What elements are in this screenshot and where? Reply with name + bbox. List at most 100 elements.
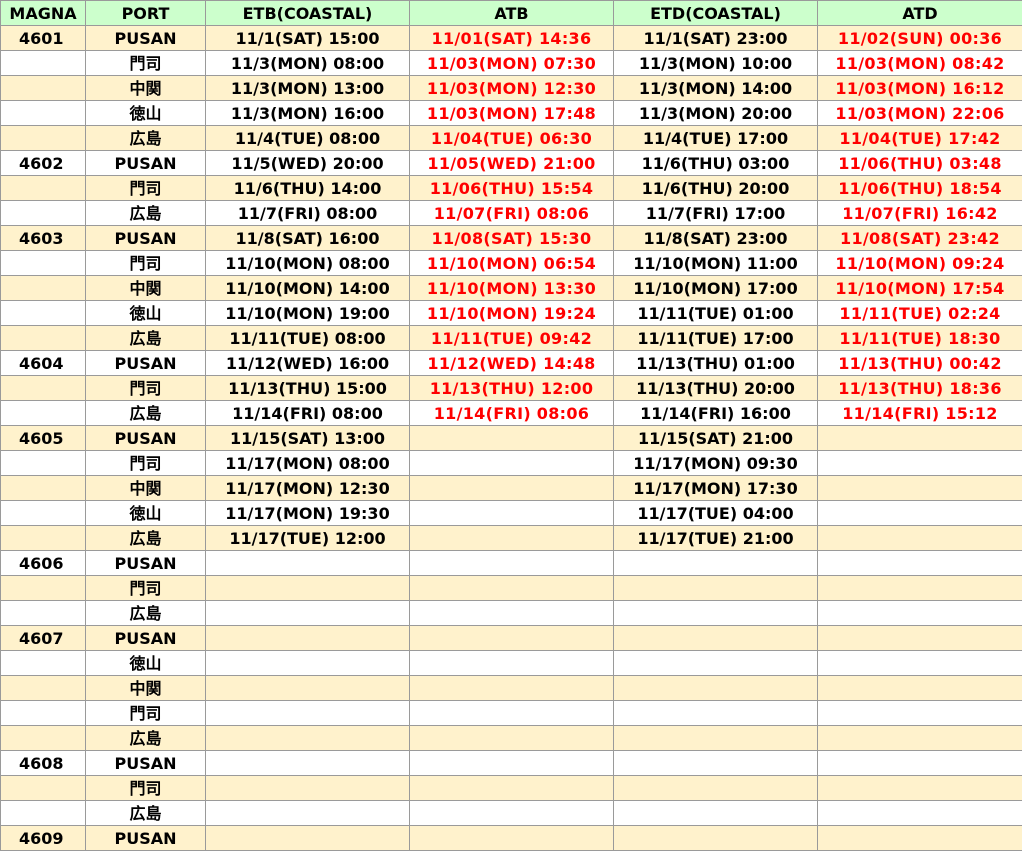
etd-cell: 11/3(MON) 20:00 bbox=[613, 100, 818, 126]
atd-cell: 11/11(TUE) 18:30 bbox=[817, 325, 1022, 351]
table-row: 中関 11/17(MON) 12:30 11/17(MON) 17:30 bbox=[0, 475, 1022, 501]
table-row: 4601 PUSAN 11/1(SAT) 15:00 11/01(SAT) 14:36… bbox=[0, 25, 1022, 51]
table-row: 4602 PUSAN 11/5(WED) 20:00 11/05(WED) 21:00… bbox=[0, 150, 1022, 176]
etd-cell: 11/17(MON) 09:30 bbox=[613, 450, 818, 476]
schedule-table: MAGNA PORT ETB(COASTAL) ATB ETD(COASTAL)… bbox=[0, 0, 1022, 851]
table-row: 広島 11/7(FRI) 08:00 11/07(FRI) 08:06 11/7(FR… bbox=[0, 200, 1022, 226]
table-row: 徳山 11/10(MON) 19:00 11/10(MON) 19:24 11/11(… bbox=[0, 300, 1022, 326]
magna-cell bbox=[0, 325, 86, 351]
atd-cell bbox=[817, 525, 1022, 551]
etb-cell bbox=[205, 775, 410, 801]
atd-cell bbox=[817, 700, 1022, 726]
table-row: 4606 PUSAN bbox=[0, 550, 1022, 576]
atb-cell: 11/01(SAT) 14:36 bbox=[409, 25, 614, 51]
port-cell: PUSAN bbox=[85, 625, 206, 651]
etd-cell bbox=[613, 725, 818, 751]
table-row: 4603 PUSAN 11/8(SAT) 16:00 11/08(SAT) 15:30… bbox=[0, 225, 1022, 251]
etb-cell: 11/5(WED) 20:00 bbox=[205, 150, 410, 176]
etb-cell: 11/1(SAT) 15:00 bbox=[205, 25, 410, 51]
atd-cell bbox=[817, 750, 1022, 776]
port-cell: 徳山 bbox=[85, 500, 206, 526]
port-cell: 門司 bbox=[85, 700, 206, 726]
etd-cell: 11/13(THU) 20:00 bbox=[613, 375, 818, 401]
magna-cell bbox=[0, 500, 86, 526]
atb-cell: 11/10(MON) 06:54 bbox=[409, 250, 614, 276]
etd-cell bbox=[613, 800, 818, 826]
atb-cell: 11/07(FRI) 08:06 bbox=[409, 200, 614, 226]
atd-cell: 11/10(MON) 09:24 bbox=[817, 250, 1022, 276]
table-row: 中関 11/10(MON) 14:00 11/10(MON) 13:30 11/10(… bbox=[0, 275, 1022, 301]
header-atd: ATD bbox=[817, 0, 1022, 26]
etb-cell: 11/17(MON) 19:30 bbox=[205, 500, 410, 526]
etd-cell: 11/3(MON) 14:00 bbox=[613, 75, 818, 101]
magna-cell: 4605 bbox=[0, 425, 86, 451]
atb-cell bbox=[409, 425, 614, 451]
port-cell: 門司 bbox=[85, 450, 206, 476]
atd-cell: 11/13(THU) 00:42 bbox=[817, 350, 1022, 376]
magna-cell bbox=[0, 400, 86, 426]
etb-cell: 11/7(FRI) 08:00 bbox=[205, 200, 410, 226]
etb-cell: 11/15(SAT) 13:00 bbox=[205, 425, 410, 451]
etd-cell: 11/11(TUE) 01:00 bbox=[613, 300, 818, 326]
etb-cell: 11/17(MON) 08:00 bbox=[205, 450, 410, 476]
atb-cell: 11/03(MON) 17:48 bbox=[409, 100, 614, 126]
magna-cell bbox=[0, 75, 86, 101]
table-row: 中関 11/3(MON) 13:00 11/03(MON) 12:30 11/3(MO… bbox=[0, 75, 1022, 101]
port-cell: 門司 bbox=[85, 575, 206, 601]
atb-cell bbox=[409, 825, 614, 851]
magna-cell bbox=[0, 775, 86, 801]
magna-cell: 4601 bbox=[0, 25, 86, 51]
table-row: 4609 PUSAN bbox=[0, 825, 1022, 851]
table-header: MAGNA PORT ETB(COASTAL) ATB ETD(COASTAL)… bbox=[0, 0, 1022, 26]
magna-cell bbox=[0, 50, 86, 76]
magna-cell bbox=[0, 725, 86, 751]
atb-cell: 11/03(MON) 12:30 bbox=[409, 75, 614, 101]
etb-cell: 11/3(MON) 13:00 bbox=[205, 75, 410, 101]
atb-cell bbox=[409, 550, 614, 576]
port-cell: PUSAN bbox=[85, 25, 206, 51]
magna-cell: 4608 bbox=[0, 750, 86, 776]
etd-cell: 11/10(MON) 11:00 bbox=[613, 250, 818, 276]
atd-cell bbox=[817, 725, 1022, 751]
atb-cell bbox=[409, 800, 614, 826]
atb-cell: 11/08(SAT) 15:30 bbox=[409, 225, 614, 251]
port-cell: 広島 bbox=[85, 125, 206, 151]
etd-cell: 11/4(TUE) 17:00 bbox=[613, 125, 818, 151]
magna-cell bbox=[0, 275, 86, 301]
atb-cell bbox=[409, 675, 614, 701]
atb-cell bbox=[409, 650, 614, 676]
etb-cell: 11/8(SAT) 16:00 bbox=[205, 225, 410, 251]
etb-cell: 11/3(MON) 08:00 bbox=[205, 50, 410, 76]
atb-cell bbox=[409, 500, 614, 526]
table-row: 徳山 11/17(MON) 19:30 11/17(TUE) 04:00 bbox=[0, 500, 1022, 526]
magna-cell: 4609 bbox=[0, 825, 86, 851]
port-cell: 広島 bbox=[85, 200, 206, 226]
etd-cell bbox=[613, 575, 818, 601]
port-cell: PUSAN bbox=[85, 350, 206, 376]
etd-cell bbox=[613, 675, 818, 701]
etb-cell bbox=[205, 800, 410, 826]
atb-cell: 11/05(WED) 21:00 bbox=[409, 150, 614, 176]
atd-cell: 11/03(MON) 08:42 bbox=[817, 50, 1022, 76]
etb-cell: 11/11(TUE) 08:00 bbox=[205, 325, 410, 351]
header-magna: MAGNA bbox=[0, 0, 86, 26]
atd-cell: 11/08(SAT) 23:42 bbox=[817, 225, 1022, 251]
table-row: 中関 bbox=[0, 675, 1022, 701]
etd-cell: 11/10(MON) 17:00 bbox=[613, 275, 818, 301]
etd-cell: 11/6(THU) 20:00 bbox=[613, 175, 818, 201]
table-row: 4604 PUSAN 11/12(WED) 16:00 11/12(WED) 14:4… bbox=[0, 350, 1022, 376]
atb-cell: 11/10(MON) 19:24 bbox=[409, 300, 614, 326]
atd-cell bbox=[817, 825, 1022, 851]
table-row: 徳山 11/3(MON) 16:00 11/03(MON) 17:48 11/3(MO… bbox=[0, 100, 1022, 126]
table-row: 広島 bbox=[0, 600, 1022, 626]
port-cell: 門司 bbox=[85, 50, 206, 76]
atb-cell: 11/04(TUE) 06:30 bbox=[409, 125, 614, 151]
table-row: 広島 11/4(TUE) 08:00 11/04(TUE) 06:30 11/4(TU… bbox=[0, 125, 1022, 151]
port-cell: 中関 bbox=[85, 675, 206, 701]
port-cell: 中関 bbox=[85, 275, 206, 301]
table-row: 広島 11/11(TUE) 08:00 11/11(TUE) 09:42 11/11(… bbox=[0, 325, 1022, 351]
etb-cell bbox=[205, 725, 410, 751]
etb-cell: 11/14(FRI) 08:00 bbox=[205, 400, 410, 426]
table-row: 門司 11/10(MON) 08:00 11/10(MON) 06:54 11/10(… bbox=[0, 250, 1022, 276]
atd-cell: 11/03(MON) 22:06 bbox=[817, 100, 1022, 126]
